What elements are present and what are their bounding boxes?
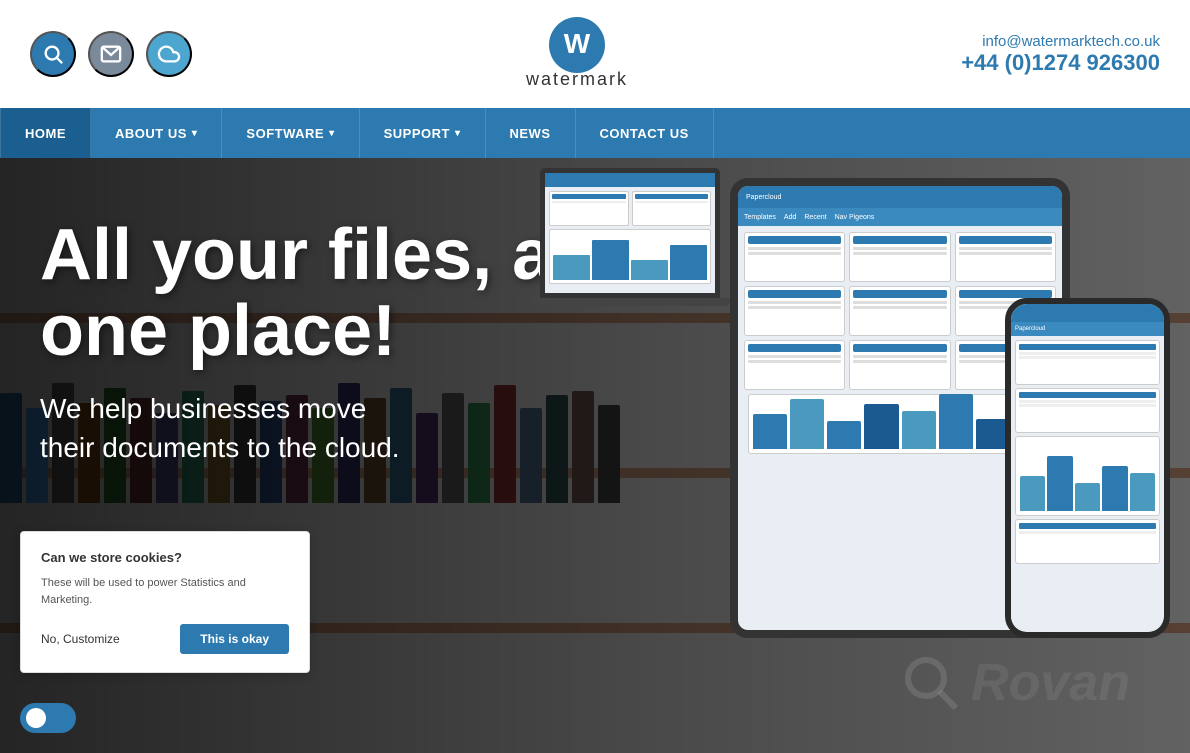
search-watermark-icon <box>901 653 961 713</box>
nav-news-label: NEWS <box>510 126 551 141</box>
nav-item-home[interactable]: HOME <box>0 108 91 158</box>
phone-header-bar <box>1011 304 1164 322</box>
header-email: info@watermarktech.co.uk <box>961 33 1160 50</box>
nav-item-news[interactable]: NEWS <box>486 108 576 158</box>
header-contact: info@watermarktech.co.uk +44 (0)1274 926… <box>961 33 1160 76</box>
cloud-button[interactable] <box>146 31 192 77</box>
phone-mockup: Papercloud <box>1005 298 1170 638</box>
cloud-icon <box>157 43 181 65</box>
mail-icon <box>100 43 122 65</box>
cookie-okay-button[interactable]: This is okay <box>180 624 289 654</box>
toggle-switch[interactable] <box>20 703 76 733</box>
svg-text:W: W <box>563 28 590 59</box>
cookie-actions: No, Customize This is okay <box>41 624 289 654</box>
navigation: HOME ABOUT US ▾ SOFTWARE ▾ SUPPORT ▾ NEW… <box>0 108 1190 158</box>
header-phone: +44 (0)1274 926300 <box>961 50 1160 76</box>
hero-subtitle: We help businesses movetheir documents t… <box>40 389 676 467</box>
cookie-description: These will be used to power Statistics a… <box>41 575 289 608</box>
nav-software-label: SOFTWARE <box>246 126 324 141</box>
toggle-container <box>20 703 76 733</box>
rovan-text: Rovan <box>971 653 1130 713</box>
mail-button[interactable] <box>88 31 134 77</box>
laptop-mockup <box>540 168 730 306</box>
logo-area: W watermark <box>482 17 672 92</box>
search-button[interactable] <box>30 31 76 77</box>
nav-home-label: HOME <box>25 126 66 141</box>
nav-support-label: SUPPORT <box>384 126 450 141</box>
phone-screen: Papercloud <box>1011 304 1164 632</box>
cookie-no-customize-button[interactable]: No, Customize <box>41 632 120 646</box>
tablet-header-bar: Papercloud <box>738 186 1062 208</box>
phone-sub-header: Papercloud <box>1011 322 1164 336</box>
phone-card-3 <box>1015 519 1160 564</box>
phone-card-1 <box>1015 340 1160 385</box>
phone-doc-area <box>1011 336 1164 571</box>
laptop-screen <box>540 168 720 298</box>
chevron-down-icon: ▾ <box>192 128 198 139</box>
search-icon <box>42 43 64 65</box>
nav-about-label: ABOUT US <box>115 126 187 141</box>
hero-title-line2: one place! <box>40 291 396 371</box>
cookie-banner: Can we store cookies? These will be used… <box>20 531 310 673</box>
phone-card-2 <box>1015 388 1160 433</box>
phone-chart-area <box>1015 436 1160 516</box>
svg-text:watermark: watermark <box>525 69 628 89</box>
chevron-down-icon-3: ▾ <box>455 128 461 139</box>
logo-svg: W watermark <box>482 17 672 92</box>
toggle-knob <box>26 708 46 728</box>
nav-item-about[interactable]: ABOUT US ▾ <box>91 108 222 158</box>
nav-item-support[interactable]: SUPPORT ▾ <box>360 108 486 158</box>
chevron-down-icon-2: ▾ <box>329 128 335 139</box>
hero-section: All your files, all in one place! We hel… <box>0 158 1190 753</box>
nav-item-contact[interactable]: CONTACT US <box>576 108 714 158</box>
header: W watermark info@watermarktech.co.uk +44… <box>0 0 1190 108</box>
watermark-overlay: Rovan <box>901 653 1130 713</box>
header-left-icons <box>30 31 192 77</box>
cookie-title: Can we store cookies? <box>41 550 289 565</box>
nav-item-software[interactable]: SOFTWARE ▾ <box>222 108 359 158</box>
tablet-nav-bar: Templates Add Recent Nav Pigeons <box>738 208 1062 226</box>
nav-contact-label: CONTACT US <box>600 126 689 141</box>
